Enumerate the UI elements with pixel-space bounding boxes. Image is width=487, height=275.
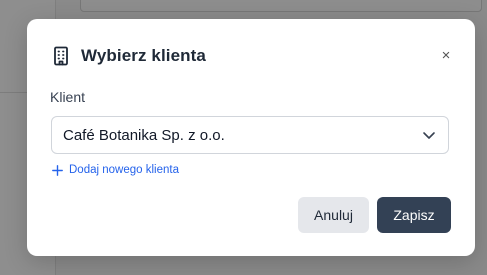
dialog-header: Wybierz klienta × <box>52 44 455 68</box>
save-button[interactable]: Zapisz <box>377 197 451 233</box>
plus-icon <box>52 164 63 176</box>
add-new-client-link[interactable]: Dodaj nowego klienta <box>52 164 179 176</box>
close-button[interactable]: × <box>437 47 455 65</box>
client-select[interactable]: Café Botanika Sp. z o.o. <box>51 116 449 154</box>
cancel-button[interactable]: Anuluj <box>298 197 369 233</box>
client-select-value: Café Botanika Sp. z o.o. <box>63 126 225 144</box>
select-client-dialog: Wybierz klienta × Klient Café Botanika S… <box>27 19 475 256</box>
building-icon <box>52 46 70 66</box>
dialog-title: Wybierz klienta <box>81 46 206 65</box>
chevron-down-icon <box>422 128 436 142</box>
background-input <box>80 0 482 12</box>
add-new-client-label: Dodaj nowego klienta <box>69 164 179 176</box>
client-field-label: Klient <box>50 89 86 105</box>
